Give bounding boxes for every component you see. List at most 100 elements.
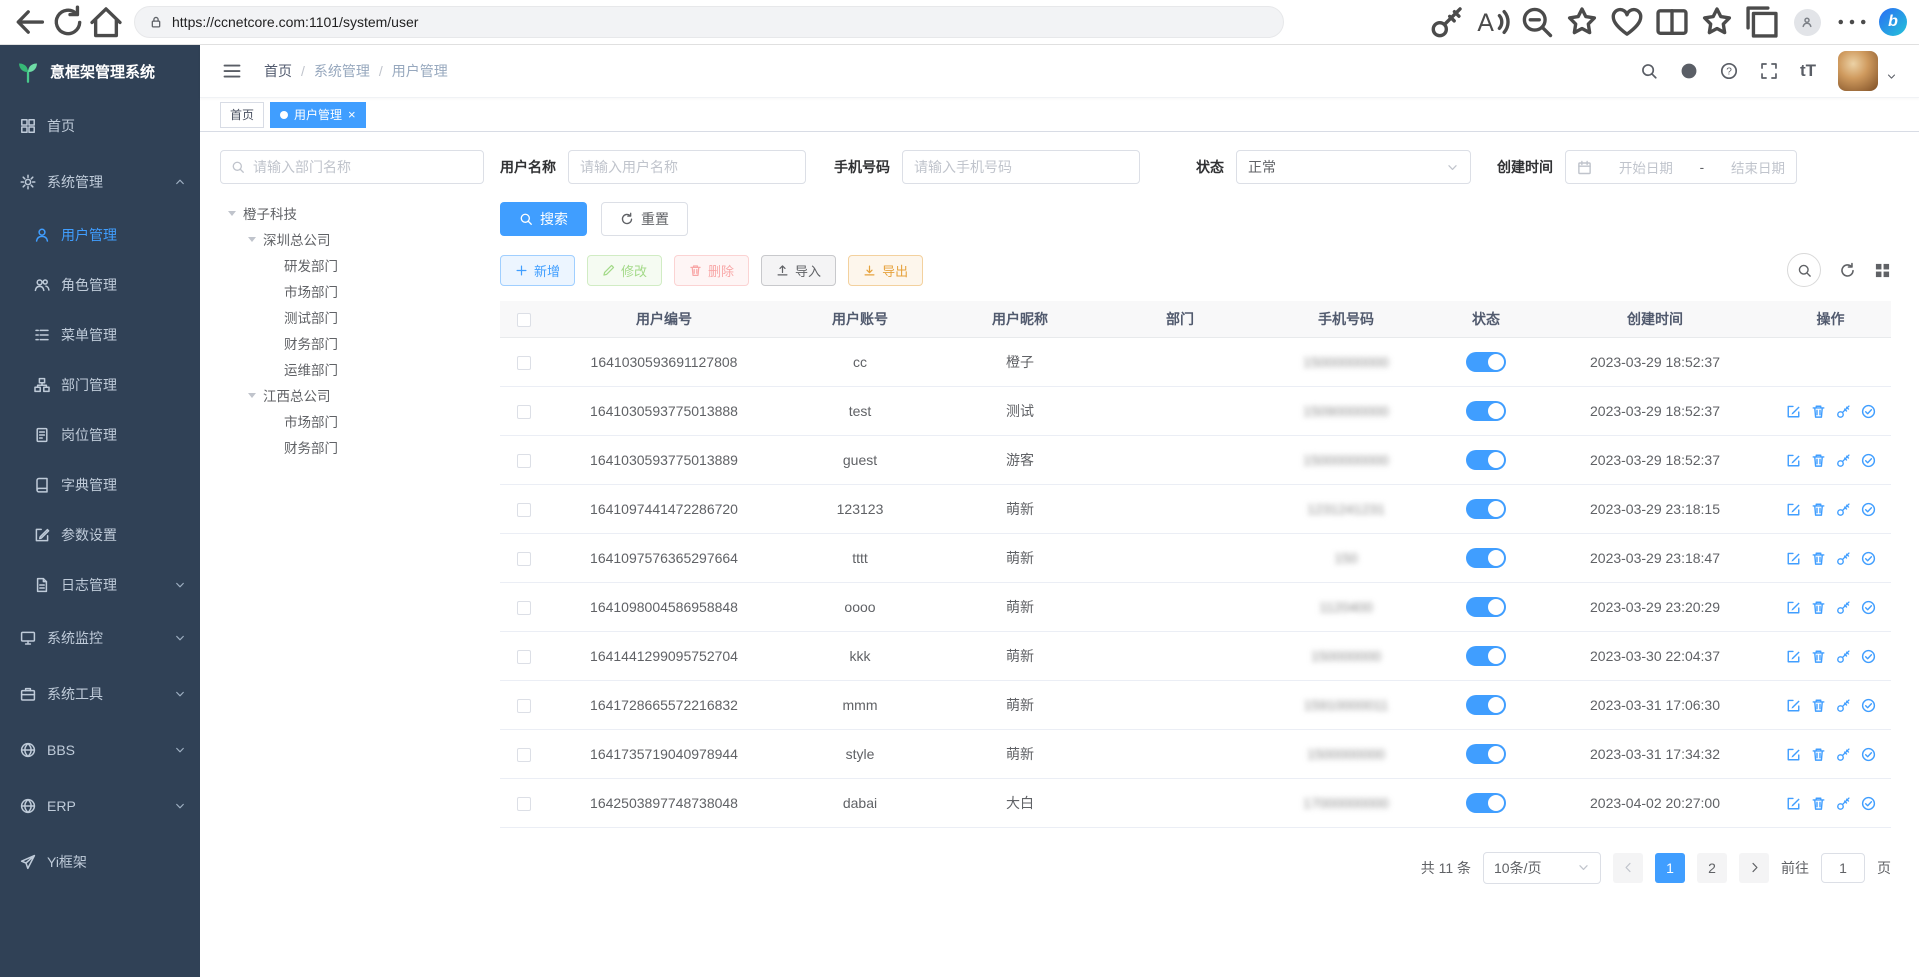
sidebar-subitem[interactable]: 日志管理 bbox=[0, 560, 200, 610]
home-icon[interactable] bbox=[88, 5, 124, 39]
select-all-checkbox[interactable] bbox=[517, 313, 531, 327]
tree-node[interactable]: 市场部门 bbox=[220, 408, 484, 434]
reset-password-icon[interactable] bbox=[1836, 698, 1851, 713]
help-icon[interactable]: ? bbox=[1720, 62, 1738, 80]
column-settings-icon[interactable] bbox=[1874, 262, 1891, 279]
delete-icon[interactable] bbox=[1811, 453, 1826, 468]
sidebar-subitem[interactable]: 菜单管理 bbox=[0, 310, 200, 360]
reset-password-icon[interactable] bbox=[1836, 551, 1851, 566]
sidebar-subitem[interactable]: 用户管理 bbox=[0, 210, 200, 260]
tree-node[interactable]: 财务部门 bbox=[220, 330, 484, 356]
caret-down-icon[interactable] bbox=[1886, 71, 1897, 82]
export-button[interactable]: 导出 bbox=[848, 255, 923, 286]
refresh-icon[interactable] bbox=[50, 5, 86, 39]
hamburger-icon[interactable] bbox=[222, 61, 242, 81]
delete-icon[interactable] bbox=[1811, 698, 1826, 713]
row-checkbox[interactable] bbox=[517, 797, 531, 811]
page-size-select[interactable]: 10条/页 bbox=[1483, 852, 1601, 884]
status-select[interactable]: 正常 bbox=[1236, 150, 1471, 184]
add-button[interactable]: 新增 bbox=[500, 255, 575, 286]
row-checkbox[interactable] bbox=[517, 356, 531, 370]
tree-node[interactable]: 深圳总公司 bbox=[220, 226, 484, 252]
browser-essentials-icon[interactable] bbox=[1609, 5, 1645, 39]
assign-role-icon[interactable] bbox=[1861, 453, 1876, 468]
status-toggle[interactable] bbox=[1466, 450, 1506, 470]
edit-icon[interactable] bbox=[1786, 453, 1801, 468]
tree-node[interactable]: 市场部门 bbox=[220, 278, 484, 304]
status-toggle[interactable] bbox=[1466, 646, 1506, 666]
prev-page-button[interactable] bbox=[1613, 853, 1643, 883]
row-checkbox[interactable] bbox=[517, 748, 531, 762]
edit-button[interactable]: 修改 bbox=[587, 255, 662, 286]
font-size-icon[interactable]: tT bbox=[1800, 61, 1816, 81]
status-toggle[interactable] bbox=[1466, 401, 1506, 421]
tree-node[interactable]: 运维部门 bbox=[220, 356, 484, 382]
sidebar-subitem[interactable]: 岗位管理 bbox=[0, 410, 200, 460]
status-toggle[interactable] bbox=[1466, 352, 1506, 372]
row-checkbox[interactable] bbox=[517, 405, 531, 419]
tree-expand-icon[interactable] bbox=[248, 237, 256, 242]
edit-icon[interactable] bbox=[1786, 796, 1801, 811]
sidebar-subitem[interactable]: 参数设置 bbox=[0, 510, 200, 560]
delete-icon[interactable] bbox=[1811, 502, 1826, 517]
search-button[interactable]: 搜索 bbox=[500, 202, 587, 236]
breadcrumb-item[interactable]: 首页 bbox=[264, 61, 292, 81]
status-toggle[interactable] bbox=[1466, 597, 1506, 617]
status-toggle[interactable] bbox=[1466, 793, 1506, 813]
collections-icon[interactable] bbox=[1744, 5, 1780, 39]
assign-role-icon[interactable] bbox=[1861, 796, 1876, 811]
row-checkbox[interactable] bbox=[517, 601, 531, 615]
edit-icon[interactable] bbox=[1786, 747, 1801, 762]
status-toggle[interactable] bbox=[1466, 499, 1506, 519]
sidebar-item[interactable]: 系统工具 bbox=[0, 666, 200, 722]
refresh-table-icon[interactable] bbox=[1839, 262, 1856, 279]
tree-node[interactable]: 橙子科技 bbox=[220, 200, 484, 226]
assign-role-icon[interactable] bbox=[1861, 404, 1876, 419]
browser-profile-avatar[interactable] bbox=[1789, 5, 1825, 39]
reset-password-icon[interactable] bbox=[1836, 649, 1851, 664]
avatar[interactable] bbox=[1838, 51, 1878, 91]
department-search-input[interactable] bbox=[253, 159, 473, 175]
status-toggle[interactable] bbox=[1466, 548, 1506, 568]
breadcrumb-item[interactable]: 系统管理 bbox=[314, 61, 370, 81]
sidebar-subitem[interactable]: 部门管理 bbox=[0, 360, 200, 410]
row-checkbox[interactable] bbox=[517, 454, 531, 468]
back-icon[interactable] bbox=[12, 5, 48, 39]
address-bar[interactable]: https://ccnetcore.com:1101/system/user bbox=[134, 6, 1284, 38]
fullscreen-icon[interactable] bbox=[1760, 62, 1778, 80]
tree-node[interactable]: 测试部门 bbox=[220, 304, 484, 330]
github-icon[interactable] bbox=[1680, 62, 1698, 80]
assign-role-icon[interactable] bbox=[1861, 502, 1876, 517]
favorite-add-icon[interactable] bbox=[1564, 5, 1600, 39]
edit-icon[interactable] bbox=[1786, 649, 1801, 664]
assign-role-icon[interactable] bbox=[1861, 698, 1876, 713]
tree-expand-icon[interactable] bbox=[248, 393, 256, 398]
reset-password-icon[interactable] bbox=[1836, 453, 1851, 468]
reset-button[interactable]: 重置 bbox=[601, 202, 688, 236]
split-screen-icon[interactable] bbox=[1654, 5, 1690, 39]
sidebar-item[interactable]: 首页 bbox=[0, 98, 200, 154]
assign-role-icon[interactable] bbox=[1861, 600, 1876, 615]
reset-password-icon[interactable] bbox=[1836, 747, 1851, 762]
tree-expand-icon[interactable] bbox=[228, 211, 236, 216]
delete-icon[interactable] bbox=[1811, 404, 1826, 419]
assign-role-icon[interactable] bbox=[1861, 747, 1876, 762]
tab-home[interactable]: 首页 bbox=[220, 102, 264, 128]
sidebar-subitem[interactable]: 字典管理 bbox=[0, 460, 200, 510]
next-page-button[interactable] bbox=[1739, 853, 1769, 883]
tree-node[interactable]: 财务部门 bbox=[220, 434, 484, 460]
copilot-icon[interactable]: b bbox=[1879, 8, 1907, 36]
delete-button[interactable]: 删除 bbox=[674, 255, 749, 286]
delete-icon[interactable] bbox=[1811, 600, 1826, 615]
date-range-picker[interactable]: 开始日期 - 结束日期 bbox=[1565, 150, 1797, 184]
row-checkbox[interactable] bbox=[517, 552, 531, 566]
read-aloud-icon[interactable]: A bbox=[1474, 5, 1510, 39]
delete-icon[interactable] bbox=[1811, 649, 1826, 664]
toggle-search-button[interactable] bbox=[1787, 253, 1821, 287]
goto-page-input[interactable] bbox=[1821, 853, 1865, 883]
edit-icon[interactable] bbox=[1786, 404, 1801, 419]
reset-password-icon[interactable] bbox=[1836, 600, 1851, 615]
sidebar-item[interactable]: Yi框架 bbox=[0, 834, 200, 890]
favorites-icon[interactable] bbox=[1699, 5, 1735, 39]
reset-password-icon[interactable] bbox=[1836, 502, 1851, 517]
